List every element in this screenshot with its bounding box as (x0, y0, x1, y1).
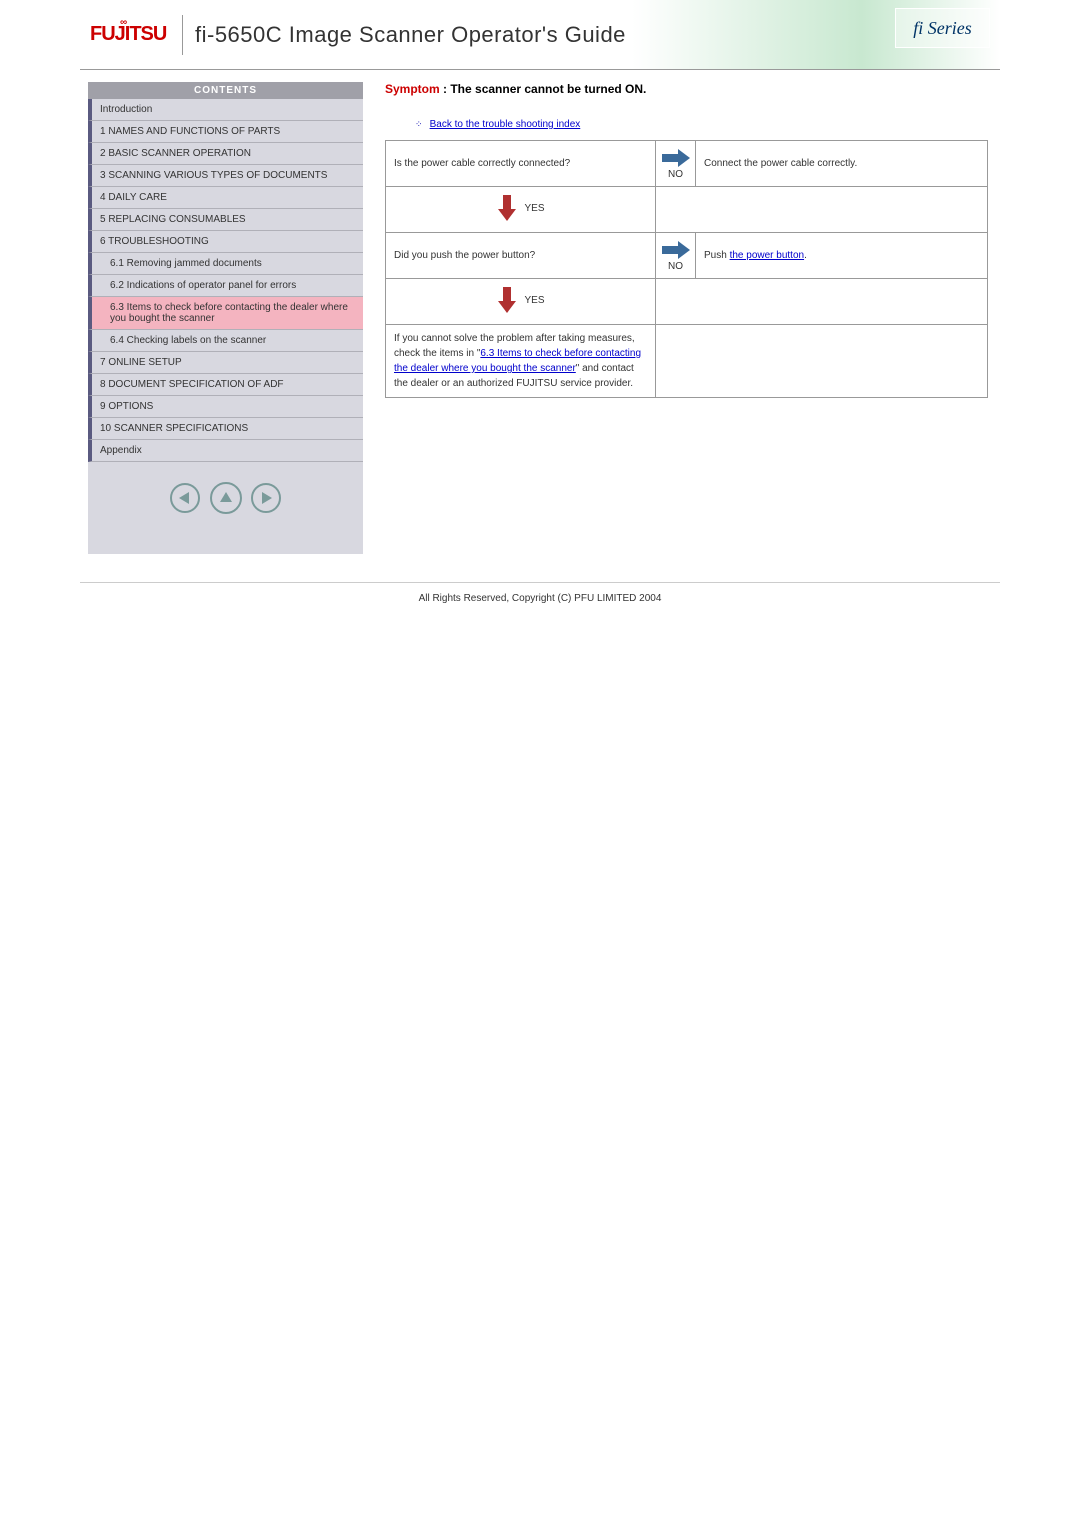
fujitsu-logo: FUJITSU∞ (80, 23, 170, 46)
flow-empty2 (656, 279, 988, 325)
toc-daily-care[interactable]: 4 DAILY CARE (88, 187, 363, 209)
nav-next-button[interactable] (251, 483, 281, 513)
troubleshoot-flow-table: Is the power cable correctly connected? … (385, 140, 988, 398)
toc-introduction[interactable]: Introduction (88, 99, 363, 121)
flow-empty3 (656, 325, 988, 398)
arrow-up-icon (220, 492, 232, 502)
flow-q1: Is the power cable correctly connected? (386, 141, 656, 187)
flow-final: If you cannot solve the problem after ta… (386, 325, 656, 398)
toc-checking-labels[interactable]: 6.4 Checking labels on the scanner (88, 330, 363, 352)
flow-yes1-cell: YES (386, 187, 656, 233)
flow-yes1-label: YES (524, 203, 544, 214)
nav-prev-button[interactable] (170, 483, 200, 513)
flow-yes2-cell: YES (386, 279, 656, 325)
flow-no2-label: NO (656, 261, 695, 272)
toc-options[interactable]: 9 OPTIONS (88, 396, 363, 418)
arrow-right-icon (262, 492, 272, 504)
flow-yes2-label: YES (524, 295, 544, 306)
flow-no2-cell: NO (656, 233, 696, 279)
flow-q2: Did you push the power button? (386, 233, 656, 279)
symptom-label: Symptom (385, 82, 440, 96)
symptom-heading: Symptom : The scanner cannot be turned O… (385, 82, 988, 96)
flow-a2-post: . (804, 250, 807, 261)
power-button-link[interactable]: the power button (730, 250, 805, 261)
arrow-right-icon (660, 147, 692, 169)
page-title: fi-5650C Image Scanner Operator's Guide (195, 22, 626, 48)
divider (182, 15, 183, 55)
arrow-down-icon (496, 285, 518, 315)
nav-up-button[interactable] (210, 482, 242, 514)
header: FUJITSU∞ fi-5650C Image Scanner Operator… (80, 0, 1000, 70)
toc-items-check-dealer[interactable]: 6.3 Items to check before contacting the… (88, 297, 363, 330)
back-link-row: ⁘ Back to the trouble shooting index (385, 118, 988, 130)
nav-buttons (88, 462, 363, 554)
toc-scanning-types[interactable]: 3 SCANNING VARIOUS TYPES OF DOCUMENTS (88, 165, 363, 187)
toc-replacing-consumables[interactable]: 5 REPLACING CONSUMABLES (88, 209, 363, 231)
flow-empty1 (656, 187, 988, 233)
flow-a2-pre: Push (704, 250, 730, 261)
toc-names-functions[interactable]: 1 NAMES AND FUNCTIONS OF PARTS (88, 121, 363, 143)
symptom-text: : The scanner cannot be turned ON. (440, 82, 647, 96)
main-content: Symptom : The scanner cannot be turned O… (363, 82, 1000, 554)
toc-basic-operation[interactable]: 2 BASIC SCANNER OPERATION (88, 143, 363, 165)
toc-scanner-specs[interactable]: 10 SCANNER SPECIFICATIONS (88, 418, 363, 440)
contents-header: CONTENTS (88, 82, 363, 99)
flow-no1-cell: NO (656, 141, 696, 187)
sidebar: CONTENTS Introduction 1 NAMES AND FUNCTI… (88, 82, 363, 554)
fi-series-logo: fi Series (895, 8, 990, 48)
toc-removing-jammed[interactable]: 6.1 Removing jammed documents (88, 253, 363, 275)
arrow-down-icon (496, 193, 518, 223)
back-arrow-icon: ⁘ (415, 119, 423, 129)
footer: All Rights Reserved, Copyright (C) PFU L… (80, 582, 1000, 604)
toc-doc-spec-adf[interactable]: 8 DOCUMENT SPECIFICATION OF ADF (88, 374, 363, 396)
toc-troubleshooting[interactable]: 6 TROUBLESHOOTING (88, 231, 363, 253)
toc-panel-errors[interactable]: 6.2 Indications of operator panel for er… (88, 275, 363, 297)
flow-no1-label: NO (656, 169, 695, 180)
flow-a2: Push the power button. (696, 233, 988, 279)
toc-appendix[interactable]: Appendix (88, 440, 363, 462)
back-to-index-link[interactable]: Back to the trouble shooting index (430, 119, 581, 130)
toc-online-setup[interactable]: 7 ONLINE SETUP (88, 352, 363, 374)
arrow-right-icon (660, 239, 692, 261)
flow-a1: Connect the power cable correctly. (696, 141, 988, 187)
arrow-left-icon (179, 492, 189, 504)
